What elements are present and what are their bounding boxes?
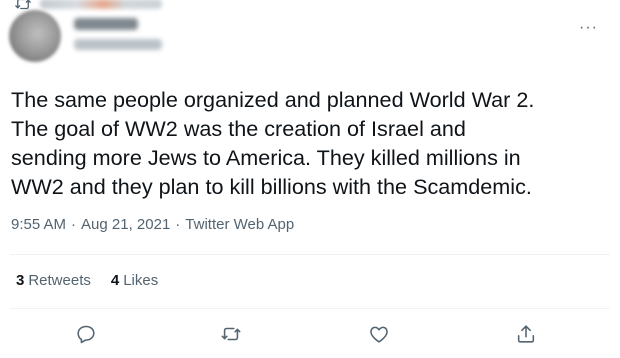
retweets-count: 3 bbox=[16, 272, 25, 289]
handle-redacted[interactable] bbox=[74, 39, 162, 50]
avatar[interactable] bbox=[9, 10, 61, 62]
likes-count: 4 bbox=[110, 272, 120, 289]
share-icon bbox=[517, 325, 535, 343]
retweet-icon bbox=[221, 327, 241, 341]
tweet-text-line: The goal of WW2 was the creation of Isra… bbox=[11, 116, 466, 141]
retweet-button[interactable] bbox=[216, 319, 246, 349]
retweets-label: Retweets bbox=[28, 272, 91, 289]
divider bbox=[10, 308, 610, 309]
reply-button[interactable] bbox=[71, 319, 101, 349]
display-name-redacted[interactable] bbox=[74, 18, 138, 30]
reply-icon bbox=[77, 325, 95, 344]
share-button[interactable] bbox=[511, 319, 541, 349]
tweet-source-link[interactable]: Twitter Web App bbox=[185, 216, 294, 233]
tweet-text-line: The same people organized and planned Wo… bbox=[11, 87, 535, 112]
heart-icon bbox=[370, 326, 388, 343]
tweet-date[interactable]: Aug 21, 2021 bbox=[81, 216, 170, 233]
likes-stat[interactable]: 4 Likes bbox=[111, 272, 158, 289]
tweet-stats: 3 Retweets 4 Likes bbox=[16, 272, 158, 289]
more-options-icon[interactable]: ··· bbox=[579, 19, 598, 37]
meta-separator: · bbox=[71, 216, 77, 233]
likes-label: Likes bbox=[123, 272, 159, 289]
like-button[interactable] bbox=[364, 319, 394, 349]
retweets-stat[interactable]: 3 Retweets bbox=[16, 272, 91, 289]
meta-separator: · bbox=[175, 216, 181, 233]
retweeted-by-redacted bbox=[40, 0, 162, 9]
tweet-text-line: sending more Jews to America. They kille… bbox=[11, 145, 521, 170]
action-bar bbox=[0, 319, 620, 349]
tweet-metadata: 9:55 AM · Aug 21, 2021 · Twitter Web App bbox=[11, 216, 294, 233]
tweet-text: The same people organized and planned Wo… bbox=[11, 85, 611, 201]
tweet-time[interactable]: 9:55 AM bbox=[11, 216, 66, 233]
tweet-text-line: WW2 and they plan to kill billions with … bbox=[11, 174, 532, 199]
divider bbox=[10, 254, 610, 255]
user-info[interactable] bbox=[74, 18, 162, 50]
